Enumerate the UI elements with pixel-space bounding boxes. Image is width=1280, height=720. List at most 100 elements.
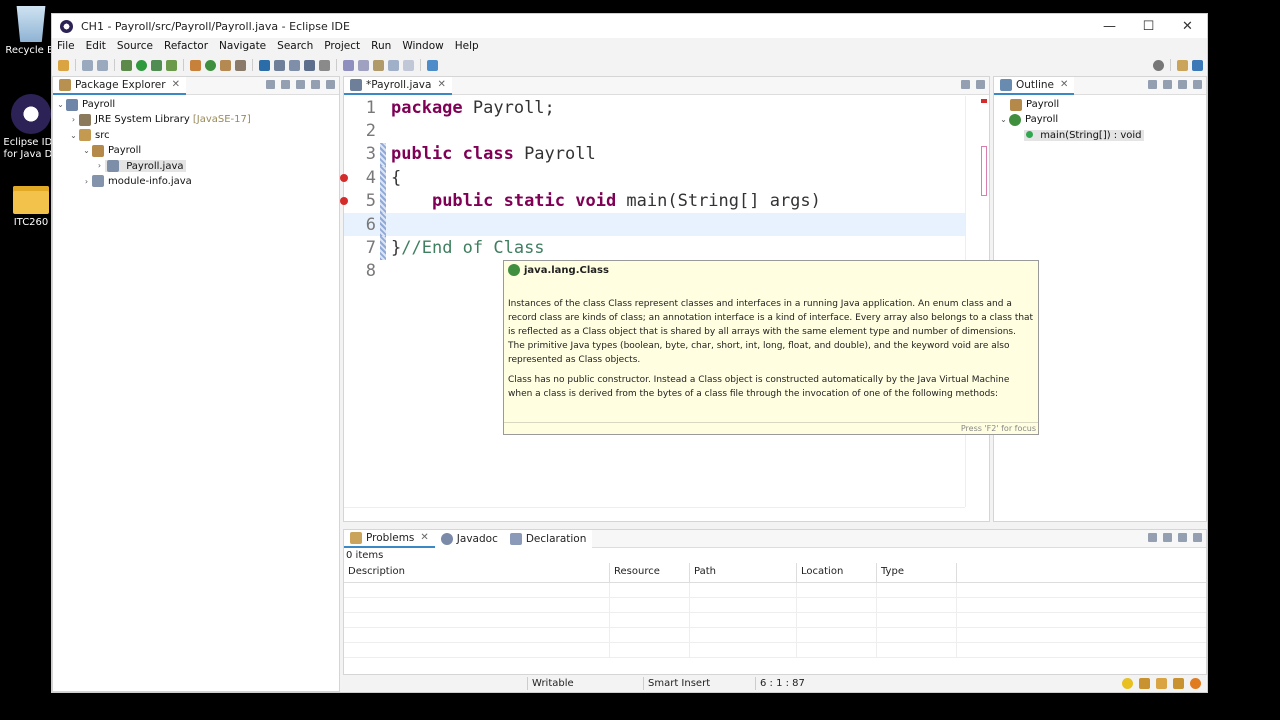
close-tab-icon[interactable]: ✕: [437, 79, 445, 90]
tree-item-module-info[interactable]: › module-info.java: [53, 173, 339, 188]
new-java-project-icon[interactable]: [190, 59, 201, 71]
tree-item-project[interactable]: ⌄ Payroll: [53, 97, 339, 112]
trim-icon[interactable]: [1190, 678, 1201, 689]
maximize-view-icon[interactable]: [326, 80, 335, 89]
pin-editor-icon[interactable]: [427, 59, 438, 71]
title-bar[interactable]: CH1 - Payroll/src/Payroll/Payroll.java -…: [52, 14, 1207, 38]
new-class-icon[interactable]: [205, 59, 216, 71]
editor-horizontal-scrollbar[interactable]: [344, 507, 965, 521]
tree-item-src[interactable]: ⌄ src: [53, 128, 339, 143]
annotation-icon[interactable]: [289, 59, 300, 71]
collapse-chevron-icon[interactable]: ›: [81, 177, 92, 186]
error-marker-icon[interactable]: [340, 173, 348, 182]
code-line[interactable]: 4 {: [340, 166, 965, 190]
tip-icon[interactable]: [1122, 678, 1133, 689]
status-cursor-position[interactable]: 6 : 1 : 87: [755, 677, 805, 690]
java-perspective-icon[interactable]: [1192, 59, 1203, 71]
sort-icon[interactable]: [1163, 80, 1172, 89]
toggle-mark-icon[interactable]: [274, 59, 285, 71]
minimize-button[interactable]: —: [1090, 19, 1129, 34]
view-menu-icon[interactable]: [1163, 533, 1172, 542]
error-overview-icon[interactable]: [981, 99, 987, 103]
filter-icon[interactable]: [1148, 533, 1157, 542]
code-line[interactable]: 5 public static void main(String[] args): [340, 189, 965, 213]
menu-file[interactable]: File: [57, 38, 82, 55]
menu-navigate[interactable]: Navigate: [219, 38, 273, 55]
code-line[interactable]: 2: [344, 119, 965, 142]
code-line[interactable]: 3 public class Payroll: [344, 142, 965, 167]
close-button[interactable]: ✕: [1168, 19, 1207, 34]
javadoc-hover-popup[interactable]: java.lang.Class Instances of the class C…: [503, 260, 1039, 435]
outline-item-method[interactable]: main(String[]) : void: [994, 128, 1206, 143]
block-select-icon[interactable]: [304, 59, 315, 71]
tree-item-payroll-java[interactable]: › Payroll.java: [53, 158, 339, 173]
terminal-icon[interactable]: [259, 59, 270, 71]
tab-package-explorer[interactable]: Package Explorer ✕: [53, 76, 186, 95]
column-header-description[interactable]: Description: [344, 563, 610, 582]
code-line[interactable]: 7 }//End of Class: [344, 236, 965, 260]
status-insert-mode[interactable]: Smart Insert: [643, 677, 710, 690]
menu-refactor[interactable]: Refactor: [164, 38, 215, 55]
maximize-view-icon[interactable]: [976, 80, 985, 89]
expand-chevron-icon[interactable]: ⌄: [55, 100, 66, 109]
coverage-icon[interactable]: [151, 59, 162, 71]
column-header-path[interactable]: Path: [690, 563, 797, 582]
menu-window[interactable]: Window: [402, 38, 450, 55]
tab-outline[interactable]: Outline ✕: [994, 76, 1075, 95]
show-whitespace-icon[interactable]: [319, 59, 330, 71]
column-header-resource[interactable]: Resource: [610, 563, 690, 582]
menu-source[interactable]: Source: [117, 38, 160, 55]
close-tab-icon[interactable]: ✕: [1060, 79, 1068, 90]
save-all-icon[interactable]: [97, 59, 108, 71]
tree-item-package[interactable]: ⌄ Payroll: [53, 143, 339, 158]
outline-item-class[interactable]: ⌄ Payroll: [994, 112, 1206, 127]
prev-annotation-icon[interactable]: [358, 59, 369, 71]
collapse-chevron-icon[interactable]: ›: [68, 115, 79, 124]
tree-item-jre[interactable]: › JRE System Library [JavaSE-17]: [53, 112, 339, 127]
open-perspective-icon[interactable]: [1177, 59, 1188, 71]
debug-icon[interactable]: [121, 59, 132, 71]
menu-run[interactable]: Run: [371, 38, 398, 55]
expand-chevron-icon[interactable]: ⌄: [68, 131, 79, 140]
back-icon[interactable]: [388, 59, 399, 71]
collapse-all-icon[interactable]: [266, 80, 275, 89]
minimize-view-icon[interactable]: [961, 80, 970, 89]
search-icon[interactable]: [1153, 59, 1164, 71]
open-type-icon[interactable]: [220, 59, 231, 71]
view-menu-icon[interactable]: [296, 80, 305, 89]
trim-icon[interactable]: [1139, 678, 1150, 689]
minimize-view-icon[interactable]: [1178, 533, 1187, 542]
scroll-thumb[interactable]: [981, 146, 987, 196]
menu-help[interactable]: Help: [455, 38, 486, 55]
column-header-type[interactable]: Type: [877, 563, 957, 582]
expand-chevron-icon[interactable]: ⌄: [998, 115, 1009, 124]
link-editor-icon[interactable]: [281, 80, 290, 89]
maximize-button[interactable]: ☐: [1129, 19, 1168, 34]
tab-javadoc[interactable]: Javadoc: [434, 529, 504, 548]
close-tab-icon[interactable]: ✕: [172, 79, 180, 90]
close-tab-icon[interactable]: ✕: [420, 532, 428, 543]
new-icon[interactable]: [58, 59, 69, 71]
outline-item-package[interactable]: Payroll: [994, 97, 1206, 112]
last-edit-icon[interactable]: [373, 59, 384, 71]
tab-problems[interactable]: Problems ✕: [344, 529, 435, 548]
view-menu-icon[interactable]: [1193, 80, 1202, 89]
column-header-location[interactable]: Location: [797, 563, 877, 582]
code-line-current[interactable]: 6: [344, 212, 965, 237]
collapse-chevron-icon[interactable]: ›: [94, 161, 105, 170]
search-tool-icon[interactable]: [235, 59, 246, 71]
minimize-view-icon[interactable]: [311, 80, 320, 89]
maximize-view-icon[interactable]: [1193, 533, 1202, 542]
trim-icon[interactable]: [1173, 678, 1184, 689]
next-annotation-icon[interactable]: [343, 59, 354, 71]
collapse-all-icon[interactable]: [1148, 80, 1157, 89]
trim-icon[interactable]: [1156, 678, 1167, 689]
menu-search[interactable]: Search: [277, 38, 320, 55]
code-line[interactable]: 1 package Payroll;: [344, 96, 965, 119]
tab-payroll-java[interactable]: *Payroll.java ✕: [344, 76, 452, 95]
expand-chevron-icon[interactable]: ⌄: [81, 146, 92, 155]
hide-fields-icon[interactable]: [1178, 80, 1187, 89]
menu-edit[interactable]: Edit: [86, 38, 113, 55]
forward-icon[interactable]: [403, 59, 414, 71]
external-tools-icon[interactable]: [166, 59, 177, 71]
